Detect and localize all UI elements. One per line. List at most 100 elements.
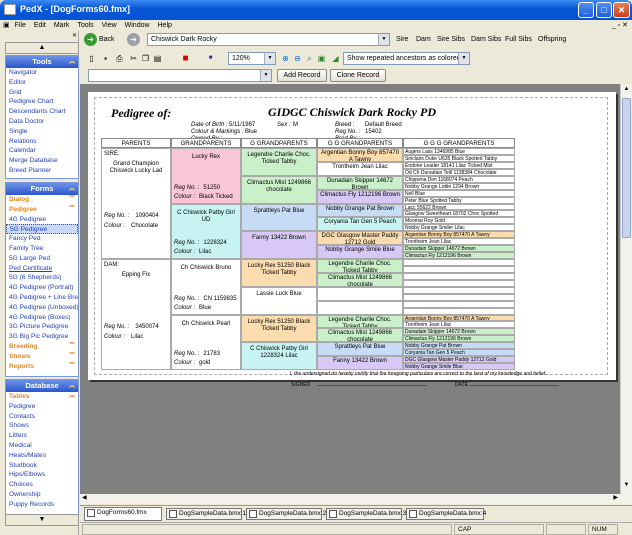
red-square-icon[interactable]: ■ xyxy=(180,53,191,64)
ggg-grandparent-cell[interactable]: Argentian Bonny Boy 857470 A Tawny xyxy=(403,314,515,322)
gg-grandparent-cell[interactable]: Climactus Fly 1212196 Brown xyxy=(317,189,403,204)
sidebar-item[interactable]: Descendants Chart xyxy=(6,107,78,117)
chevron-down-icon[interactable]: ︾ xyxy=(69,352,75,362)
chevron-down-icon[interactable]: ︾ xyxy=(69,342,75,352)
ggg-grandparent-cell[interactable]: Argentian Bonny Boy 857470 A Tawny xyxy=(403,231,515,239)
clone-record-button[interactable]: Clone Record xyxy=(330,69,386,82)
great-grandparent-cell[interactable]: Fanny 13422 Brown xyxy=(241,231,317,259)
back-button[interactable]: Back xyxy=(99,34,115,46)
great-grandparent-cell[interactable]: Legendre Charlie Choc. Ticked Tabby xyxy=(241,148,317,176)
ggg-grandparent-cell[interactable]: Nobby Grange Smile Blue xyxy=(403,363,515,370)
ggg-grandparent-cell[interactable]: Coryania Tan Gen 5 Peach xyxy=(403,349,515,357)
close-button[interactable]: ✕ xyxy=(613,2,630,18)
sidebar-item[interactable]: Single xyxy=(6,127,78,137)
ggg-grandparent-cell[interactable] xyxy=(403,279,515,287)
sidebar-item[interactable]: Contacts xyxy=(6,412,78,422)
document-tab[interactable]: DogSampleData.bmx:2 xyxy=(246,508,326,520)
sidebar-item[interactable]: 5G (6 Shepherds) xyxy=(6,273,78,283)
sidebar-item[interactable]: Choices xyxy=(6,480,78,490)
sidebar-item[interactable]: Breed Planner xyxy=(6,166,78,176)
current-dog-select[interactable]: Chiswick Dark Rocky ▼ xyxy=(147,33,390,46)
gg-grandparent-cell[interactable]: DGC Glasgow Master Paddy 12712 Gold xyxy=(317,231,403,246)
chevron-down-icon[interactable]: ▼ xyxy=(378,34,389,45)
sidebar-item[interactable]: Editor xyxy=(6,78,78,88)
paste-icon[interactable]: ▤ xyxy=(152,53,163,64)
chevron-up-icon[interactable]: ︽ xyxy=(69,392,75,402)
sidebar-group[interactable]: Shows ︾ xyxy=(6,352,78,362)
ggg-grandparent-cell[interactable]: Nobby Grange Lottie 1294 Brown xyxy=(403,182,515,190)
chevron-down-icon[interactable]: ︾ xyxy=(69,205,75,215)
ggg-grandparent-cell[interactable] xyxy=(403,307,515,315)
ggg-grandparent-cell[interactable]: Moomai Roy Gold xyxy=(403,217,515,225)
ggg-grandparent-cell[interactable]: Trontheim Jean Lilac xyxy=(403,321,515,329)
ggg-grandparent-cell[interactable]: Augers Lass 1346985 Blue xyxy=(403,148,515,155)
sidebar-group[interactable]: Pedigree ︾ xyxy=(6,205,78,215)
sidebar-item[interactable]: Merge Database xyxy=(6,156,78,166)
sidebar-item[interactable]: 4G Pedigree (Unboxed) xyxy=(6,303,78,313)
document-tab[interactable]: DogSampleData.bmx:1 xyxy=(166,508,246,520)
ggg-grandparent-cell[interactable]: Endone Leader 18141 Lilac Ticked Mist xyxy=(403,161,515,169)
ggg-grandparent-cell[interactable]: Trontheim Jean Lilac xyxy=(403,238,515,246)
sidebar-item[interactable]: Pedigree Chart xyxy=(6,97,78,107)
sidebar-item[interactable]: 4G Pedigree + Line Breed xyxy=(6,293,78,303)
print-icon[interactable]: ⎙ xyxy=(114,53,125,64)
ggg-grandparent-cell[interactable] xyxy=(403,286,515,294)
sidebar-close-icon[interactable]: ✕ xyxy=(72,32,77,39)
color-icon[interactable]: ◢ xyxy=(330,53,341,64)
cut-icon[interactable]: ✂ xyxy=(128,53,139,64)
refresh-icon[interactable]: ▣ xyxy=(316,53,327,64)
sidebar-item[interactable]: Ownership xyxy=(6,490,78,500)
ggg-grandparent-cell[interactable]: DGC Glasgow Master Paddy 12712 Gold xyxy=(403,356,515,364)
scroll-right-icon[interactable]: ▶ xyxy=(613,494,618,501)
great-grandparent-cell[interactable]: Lucky Rex 51250 Black Ticked Tabby xyxy=(241,314,317,343)
ggg-grandparent-cell[interactable]: Nobby Grange Pat Brown xyxy=(403,342,515,350)
sidebar-item[interactable]: Family Tree xyxy=(6,244,78,254)
maximize-button[interactable]: □ xyxy=(596,2,612,18)
doc-menu-icon[interactable]: ▣ xyxy=(3,20,10,31)
sidebar-item[interactable]: Pedigree xyxy=(6,402,78,412)
sidebar-item[interactable]: Grid xyxy=(6,88,78,98)
chevron-down-icon[interactable]: ▼ xyxy=(260,70,271,81)
sidebar-group[interactable]: Reports ︾ xyxy=(6,362,78,372)
grandparent-cell[interactable]: Ch Chiswick Pearl Reg No. :21783 Colour :g… xyxy=(171,314,241,370)
document-tab[interactable]: DogForms60.fmx xyxy=(84,507,162,521)
ggg-grandparent-cell[interactable]: Glasgow Sweetheart 18702 Choc Spotted xyxy=(403,210,515,218)
gg-grandparent-cell[interactable]: Sprattleys Pat Blue xyxy=(317,342,403,357)
sidebar-item[interactable]: Calendar xyxy=(6,146,78,156)
ggg-grandparent-cell[interactable]: Od Ch Dunadain Teill 1138384 Chocolate xyxy=(403,168,515,176)
ggg-grandparent-cell[interactable]: Nell Blue xyxy=(403,189,515,197)
grandparent-cell[interactable]: C Chiswick Patby Girl UD Reg No. :1228324… xyxy=(171,203,241,259)
sidebar-item[interactable]: 5G Large Ped xyxy=(6,254,78,264)
sidebar-group[interactable]: Dialog ︾ xyxy=(6,195,78,205)
minimize-button[interactable]: _ xyxy=(578,2,594,18)
sidebar-item[interactable]: Relations xyxy=(6,137,78,147)
forms-panel-header[interactable]: Forms ︽ xyxy=(6,183,78,195)
sidebar-item[interactable]: 5G Pedigree xyxy=(6,224,78,235)
scroll-left-icon[interactable]: ◀ xyxy=(82,494,87,501)
collapse-chevron-icon[interactable]: ︽ xyxy=(69,56,75,68)
offspring-button[interactable]: Offspring xyxy=(538,34,566,46)
scroll-thumb[interactable] xyxy=(622,98,631,238)
great-grandparent-cell[interactable]: Lucky Rex 51250 Black Ticked Tabby xyxy=(241,259,317,287)
sidebar-item[interactable]: Studbook xyxy=(6,461,78,471)
menu-tools[interactable]: Tools xyxy=(77,20,93,31)
sidebar-item[interactable]: 4G Pedigree xyxy=(6,215,78,225)
zoom-select[interactable]: 120% ▼ xyxy=(228,52,276,65)
gg-grandparent-cell[interactable]: Climactus Mist 1249866 chocolate xyxy=(317,328,403,343)
gg-grandparent-cell[interactable]: Climactus Mist 1249866 chocolate xyxy=(317,272,403,287)
ancestor-color-mode-select[interactable]: Show repeated ancestors as colored ▼ xyxy=(343,52,470,65)
sidebar-group[interactable]: Tables ︽ xyxy=(6,392,78,402)
sidebar-item[interactable]: Shows xyxy=(6,421,78,431)
horizontal-scrollbar[interactable]: ◀ ▶ xyxy=(80,494,632,504)
sidebar-item[interactable]: Fancy Ped xyxy=(6,234,78,244)
sidebar-item[interactable]: 3G Picture Pedigree xyxy=(6,322,78,332)
ggg-grandparent-cell[interactable]: Climactus Fly 1212196 Brown xyxy=(403,335,515,343)
vertical-scrollbar[interactable]: ▲ ▼ xyxy=(620,84,632,494)
dam-button[interactable]: Dam xyxy=(416,34,431,46)
blue-square-icon[interactable]: ■ xyxy=(205,53,216,64)
collapse-chevron-icon[interactable]: ︽ xyxy=(69,183,75,195)
sidebar-scroll-up-button[interactable]: ▲ xyxy=(5,42,79,54)
chevron-down-icon[interactable]: ▼ xyxy=(264,53,275,64)
back-arrow-icon[interactable]: ➜ xyxy=(84,33,97,46)
gg-grandparent-cell[interactable]: Nobby Grange Pat Brown xyxy=(317,203,403,218)
